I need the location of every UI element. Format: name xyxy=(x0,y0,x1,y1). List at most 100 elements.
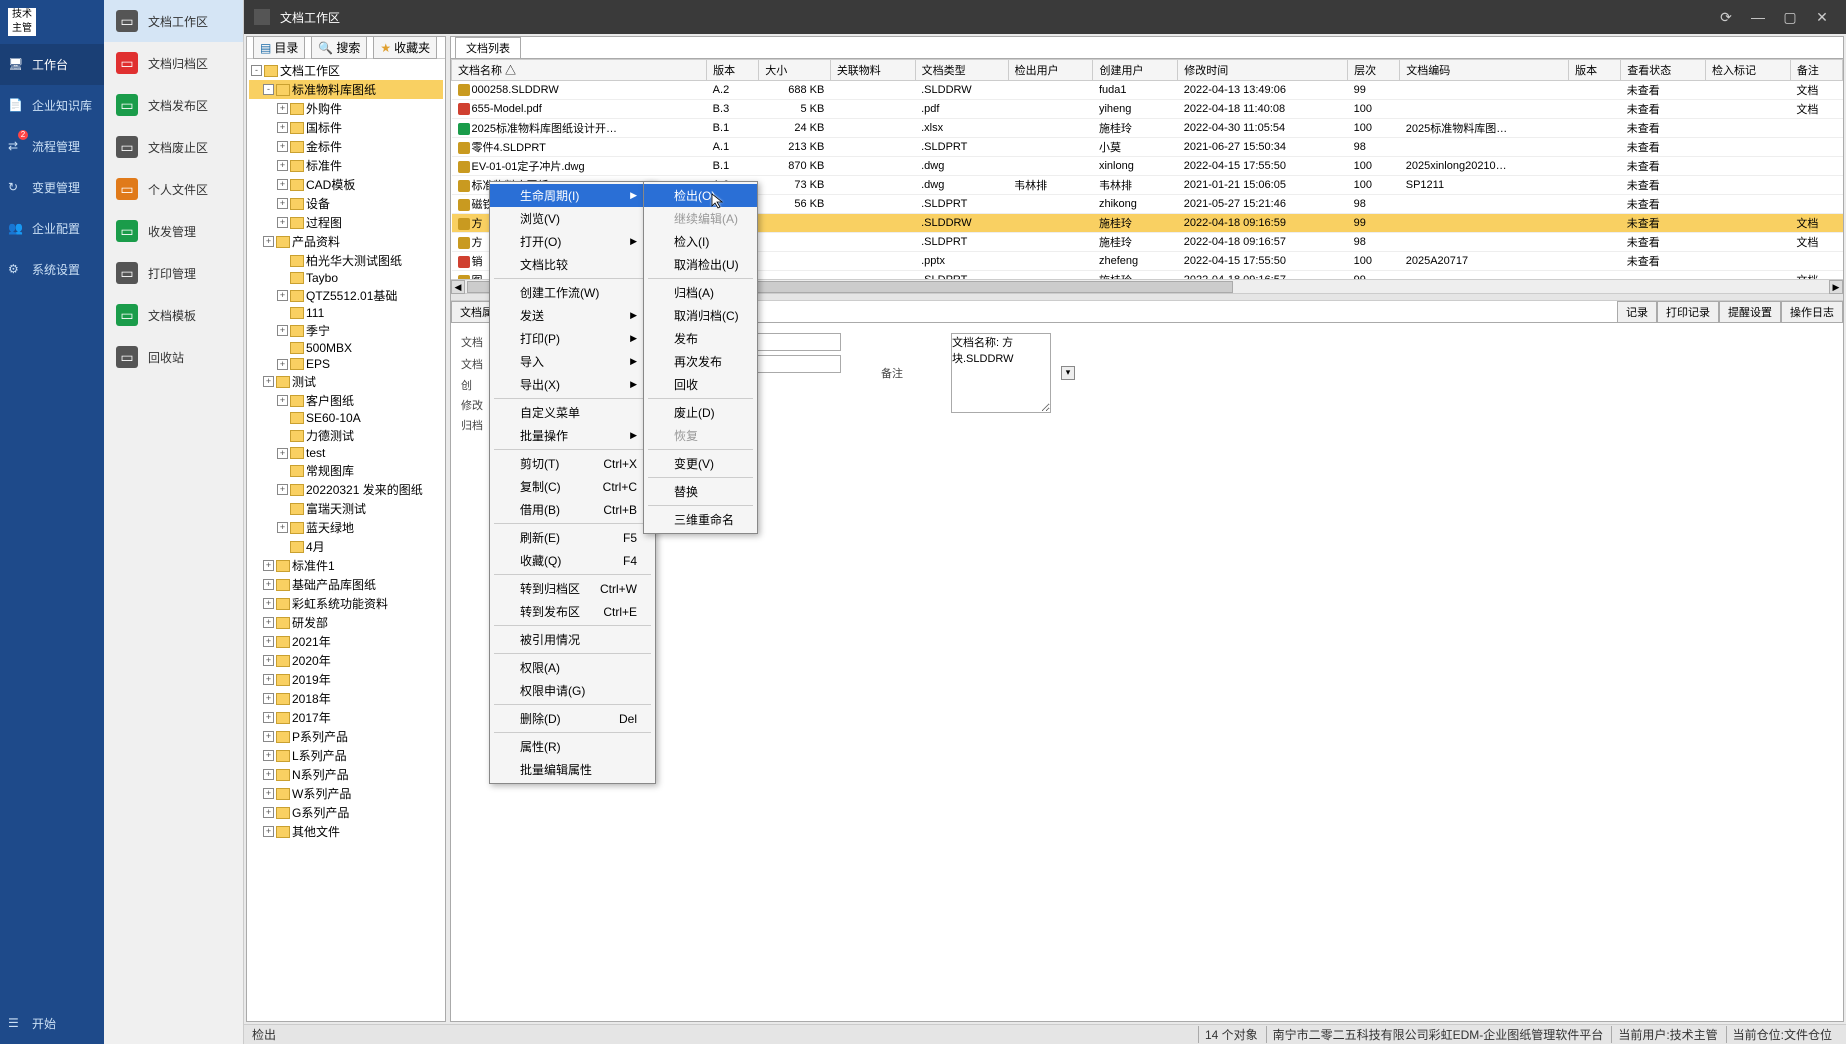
tree-node[interactable]: -标准物料库图纸 xyxy=(249,80,443,99)
tree-node[interactable]: +测试 xyxy=(249,372,443,391)
tab-favorites[interactable]: ★收藏夹 xyxy=(373,36,437,59)
expand-toggle[interactable]: + xyxy=(263,731,274,742)
tree-node[interactable]: +研发部 xyxy=(249,613,443,632)
tree-node[interactable]: +2021年 xyxy=(249,632,443,651)
tree-node[interactable]: +20220321 发来的图纸 xyxy=(249,480,443,499)
menu-item[interactable]: 三维重命名 xyxy=(644,508,757,531)
snav-item[interactable]: ▭文档废止区 xyxy=(104,126,243,168)
note-textarea[interactable] xyxy=(951,333,1051,413)
tree-node[interactable]: +蓝天绿地 xyxy=(249,518,443,537)
tree-node[interactable]: SE60-10A xyxy=(249,410,443,426)
col-header[interactable]: 备注 xyxy=(1790,60,1842,81)
snav-item[interactable]: ▭回收站 xyxy=(104,336,243,378)
menu-item[interactable]: 批量编辑属性 xyxy=(490,758,655,781)
menu-item[interactable]: 被引用情况 xyxy=(490,628,655,651)
tree-node[interactable]: +设备 xyxy=(249,194,443,213)
tree-node[interactable]: +P系列产品 xyxy=(249,727,443,746)
menu-item[interactable]: 归档(A) xyxy=(644,281,757,304)
col-header[interactable]: 大小 xyxy=(759,60,831,81)
tree-node[interactable]: +2020年 xyxy=(249,651,443,670)
table-row[interactable]: 655-Model.pdfB.35 KB.pdfyiheng2022-04-18… xyxy=(452,100,1843,119)
tree-node[interactable]: 4月 xyxy=(249,537,443,556)
expand-toggle[interactable]: + xyxy=(263,376,274,387)
menu-item[interactable]: 剪切(T)Ctrl+X xyxy=(490,452,655,475)
nav-start[interactable]: ☰ 开始 xyxy=(0,1003,104,1044)
expand-toggle[interactable]: + xyxy=(263,560,274,571)
expand-toggle[interactable]: + xyxy=(277,198,288,209)
menu-item[interactable]: 复制(C)Ctrl+C xyxy=(490,475,655,498)
minimize-button[interactable]: — xyxy=(1744,9,1772,26)
col-header[interactable]: 文档类型 xyxy=(915,60,1008,81)
expand-toggle[interactable]: + xyxy=(277,103,288,114)
menu-item[interactable]: 批量操作▶ xyxy=(490,424,655,447)
tree-node[interactable]: +2017年 xyxy=(249,708,443,727)
expand-toggle[interactable]: + xyxy=(277,359,288,370)
tree-node[interactable]: +W系列产品 xyxy=(249,784,443,803)
col-header[interactable]: 检入标记 xyxy=(1706,60,1791,81)
menu-item[interactable]: 打印(P)▶ xyxy=(490,327,655,350)
menu-item[interactable]: 文档比较 xyxy=(490,253,655,276)
snav-item[interactable]: ▭个人文件区 xyxy=(104,168,243,210)
col-header[interactable]: 查看状态 xyxy=(1621,60,1706,81)
tree-node[interactable]: 常规图库 xyxy=(249,461,443,480)
snav-item[interactable]: ▭文档模板 xyxy=(104,294,243,336)
menu-item[interactable]: 刷新(E)F5 xyxy=(490,526,655,549)
tab-reminder[interactable]: 提醒设置 xyxy=(1719,301,1781,322)
expand-toggle[interactable]: + xyxy=(263,750,274,761)
table-row[interactable]: 零件4.SLDPRTA.1213 KB.SLDPRT小莫2021-06-27 1… xyxy=(452,138,1843,157)
menu-item[interactable]: 发送▶ xyxy=(490,304,655,327)
snav-item[interactable]: ▭文档发布区 xyxy=(104,84,243,126)
col-header[interactable]: 创建用户 xyxy=(1093,60,1178,81)
tab-search[interactable]: 🔍搜索 xyxy=(311,36,367,59)
col-header[interactable]: 版本 xyxy=(707,60,759,81)
expand-toggle[interactable]: + xyxy=(263,788,274,799)
tree-node[interactable]: 柏光华大测试图纸 xyxy=(249,251,443,270)
menu-item[interactable]: 导入▶ xyxy=(490,350,655,373)
tree-node[interactable]: +EPS xyxy=(249,356,443,372)
nav-monitor[interactable]: 🖥工作台 xyxy=(0,44,104,85)
expand-toggle[interactable]: + xyxy=(277,160,288,171)
nav-org[interactable]: 👥企业配置 xyxy=(0,208,104,249)
expand-toggle[interactable]: + xyxy=(263,807,274,818)
menu-item[interactable]: 取消检出(U) xyxy=(644,253,757,276)
menu-item[interactable]: 自定义菜单 xyxy=(490,401,655,424)
tree-node[interactable]: +标准件1 xyxy=(249,556,443,575)
nav-gear[interactable]: ⚙系统设置 xyxy=(0,249,104,290)
menu-item[interactable]: 收藏(Q)F4 xyxy=(490,549,655,572)
col-header[interactable]: 关联物料 xyxy=(830,60,915,81)
tree-node[interactable]: +标准件 xyxy=(249,156,443,175)
menu-item[interactable]: 替换 xyxy=(644,480,757,503)
menu-item[interactable]: 借用(B)Ctrl+B xyxy=(490,498,655,521)
table-row[interactable]: 2025标准物料库图纸设计开…B.124 KB.xlsx施桂玲2022-04-3… xyxy=(452,119,1843,138)
tree-node[interactable]: +产品资料 xyxy=(249,232,443,251)
maximize-button[interactable]: ▢ xyxy=(1776,9,1804,26)
scroll-left-arrow[interactable]: ◀ xyxy=(451,280,465,294)
menu-item[interactable]: 属性(R) xyxy=(490,735,655,758)
nav-book[interactable]: 📄企业知识库 xyxy=(0,85,104,126)
menu-item[interactable]: 再次发布 xyxy=(644,350,757,373)
menu-item[interactable]: 权限申请(G) xyxy=(490,679,655,702)
table-row[interactable]: 000258.SLDDRWA.2688 KB.SLDDRWfuda12022-0… xyxy=(452,81,1843,100)
col-header[interactable]: 版本 xyxy=(1569,60,1621,81)
col-header[interactable]: 检出用户 xyxy=(1008,60,1093,81)
tree-node[interactable]: +客户图纸 xyxy=(249,391,443,410)
tree-node[interactable]: +2018年 xyxy=(249,689,443,708)
expand-toggle[interactable]: + xyxy=(263,769,274,780)
expand-toggle[interactable]: + xyxy=(263,674,274,685)
expand-toggle[interactable]: + xyxy=(263,655,274,666)
tab-oplog[interactable]: 操作日志 xyxy=(1781,301,1843,322)
menu-item[interactable]: 删除(D)Del xyxy=(490,707,655,730)
tree-node[interactable]: +金标件 xyxy=(249,137,443,156)
tree-node[interactable]: +国标件 xyxy=(249,118,443,137)
tree-node[interactable]: +2019年 xyxy=(249,670,443,689)
expand-toggle[interactable]: + xyxy=(277,395,288,406)
scroll-right-arrow[interactable]: ▶ xyxy=(1829,280,1843,294)
tree-node[interactable]: 111 xyxy=(249,305,443,321)
tree-node[interactable]: +N系列产品 xyxy=(249,765,443,784)
tab-catalog[interactable]: ▤目录 xyxy=(253,36,305,59)
expand-toggle[interactable]: + xyxy=(277,484,288,495)
nav-change[interactable]: ↻变更管理 xyxy=(0,167,104,208)
tree-node[interactable]: +季宁 xyxy=(249,321,443,340)
tree-node[interactable]: Taybo xyxy=(249,270,443,286)
menu-item[interactable]: 浏览(V) xyxy=(490,207,655,230)
